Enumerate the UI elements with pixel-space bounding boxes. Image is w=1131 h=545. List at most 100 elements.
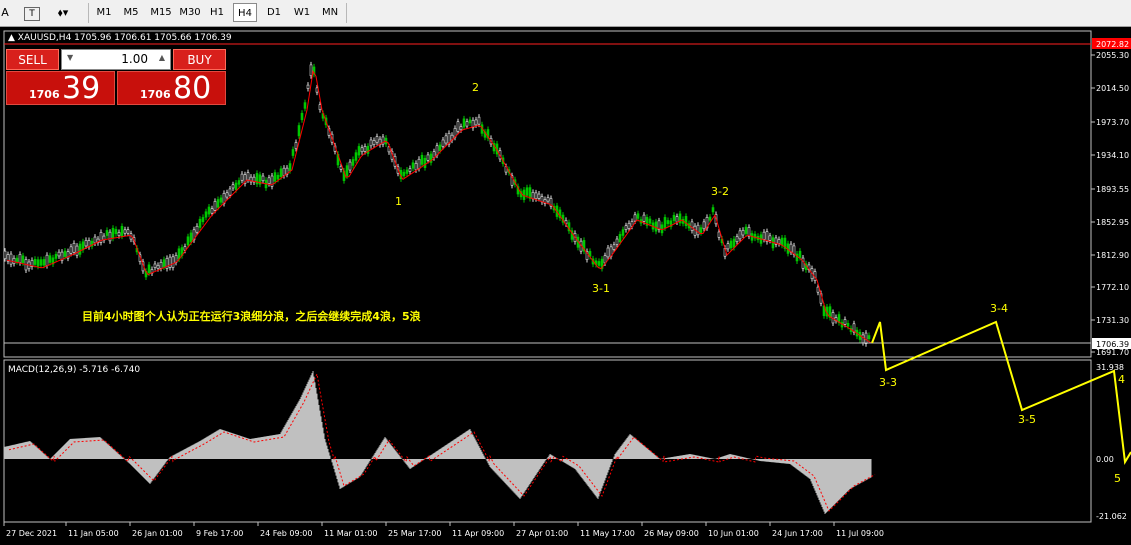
wave-label-5: 5: [1114, 472, 1121, 485]
candle-body: [291, 149, 295, 156]
timeframe-d1[interactable]: D1: [262, 3, 286, 22]
candle-body: [39, 259, 43, 266]
wave-label-3-2: 3-2: [711, 185, 729, 198]
macd-frame: [3, 359, 1092, 523]
lot-increase-icon[interactable]: ▲: [159, 53, 165, 62]
candle-body: [702, 221, 706, 230]
price-label: 2014.50: [1096, 84, 1129, 93]
analysis-annotation: 目前4小时图个人认为正在运行3浪细分浪，之后会继续完成4浪，5浪: [82, 309, 421, 323]
buy-button[interactable]: BUY: [173, 49, 226, 70]
time-label: 11 May 17:00: [580, 529, 635, 538]
candle-body: [597, 261, 601, 266]
sell-price[interactable]: 1706 39: [6, 71, 115, 106]
timeframe-m5[interactable]: M5: [119, 3, 143, 22]
lot-size-input[interactable]: ▼ 1.00 ▲: [61, 49, 171, 70]
wave-label-3-3: 3-3: [879, 376, 897, 389]
time-label: 10 Jun 01:00: [708, 529, 759, 538]
sell-button[interactable]: SELL: [6, 49, 59, 70]
wave-label-3-1: 3-1: [592, 282, 610, 295]
candle-body: [642, 214, 646, 222]
candle-body: [675, 216, 679, 223]
candle-body: [621, 229, 625, 236]
toolbar-separator: [346, 3, 347, 23]
time-axis: 27 Dec 2021 11 Jan 05:00 26 Jan 01:00 9 Feb…: [3, 522, 884, 538]
candle-body: [156, 265, 160, 269]
timeframe-mn[interactable]: MN: [318, 3, 342, 22]
candle-body: [672, 214, 676, 221]
candle-body: [633, 214, 637, 222]
candle-body: [798, 250, 802, 258]
time-label: 25 Mar 17:00: [388, 529, 441, 538]
text-tool-icon[interactable]: A: [0, 4, 10, 22]
timeframe-m30[interactable]: M30: [177, 3, 203, 22]
candle-body: [762, 231, 766, 240]
one-click-trading-panel: SELL ▼ 1.00 ▲ BUY 1706 39 1706 80: [6, 49, 226, 106]
candle-body: [375, 136, 379, 143]
candle-body: [126, 229, 130, 234]
candle-body: [207, 206, 211, 215]
candle-body: [117, 232, 121, 236]
candle-body: [360, 147, 364, 153]
candle-body: [462, 118, 466, 128]
candle-body: [636, 213, 640, 219]
macd-signal-line: [8, 372, 876, 512]
text-label-icon[interactable]: T: [24, 7, 40, 21]
candle-body: [618, 234, 622, 243]
candle-body: [234, 182, 238, 190]
candle-body: [537, 193, 541, 199]
candle-body: [42, 259, 46, 266]
candle-body: [795, 253, 799, 262]
candle-body: [93, 236, 97, 244]
candle-body: [120, 226, 124, 237]
candle-body: [666, 220, 670, 224]
timeframe-w1[interactable]: W1: [290, 3, 314, 22]
candle-body: [417, 158, 421, 169]
price-label: 1852.95: [1096, 218, 1129, 227]
lot-decrease-icon[interactable]: ▼: [67, 53, 73, 62]
buy-price[interactable]: 1706 80: [117, 71, 226, 106]
candle-body: [663, 217, 667, 229]
timeframe-m1[interactable]: M1: [92, 3, 116, 22]
price-label: 1934.10: [1096, 151, 1129, 160]
candle-body: [546, 197, 550, 202]
candle-body: [738, 230, 742, 240]
candle-body: [231, 184, 235, 189]
timeframe-h1[interactable]: H1: [205, 3, 229, 22]
candle-body: [348, 161, 352, 171]
candle-body: [297, 125, 301, 137]
candle-body: [627, 223, 631, 229]
candle-body: [105, 230, 109, 236]
macd-axis-label: -21.062: [1096, 512, 1127, 521]
timeframe-m15[interactable]: M15: [147, 3, 175, 22]
macd-label: MACD(12,26,9) -5.716 -6.740: [8, 365, 140, 375]
macd-histogram: [4, 371, 872, 514]
macd-axis-label: 31.938: [1096, 363, 1124, 372]
candle-body: [240, 173, 244, 181]
shapes-menu-icon[interactable]: ⬧▾: [50, 4, 76, 22]
timeframe-h4[interactable]: H4: [233, 3, 257, 22]
wave-label-2: 2: [472, 81, 479, 94]
candle-body: [294, 142, 298, 149]
current-price-tag-text: 1706.39: [1096, 340, 1129, 349]
time-label: 24 Feb 09:00: [260, 529, 312, 538]
wave-label-3-4: 3-4: [990, 302, 1008, 315]
candle-body: [441, 139, 445, 147]
price-label: 1812.90: [1096, 251, 1129, 260]
candle-body: [303, 102, 307, 109]
candle-body: [477, 116, 481, 125]
candle-body: [48, 255, 52, 263]
symbol-header: ▲ XAUUSD,H4 1705.96 1706.61 1705.66 1706…: [8, 33, 232, 43]
time-label: 11 Jan 05:00: [68, 529, 119, 538]
price-label: 1731.30: [1096, 316, 1129, 325]
chart-toolbar: A T ⬧▾ M1 M5 M15 M30 H1 H4 D1 W1 MN: [0, 0, 1131, 27]
time-label: 11 Jul 09:00: [836, 529, 884, 538]
candle-body: [735, 236, 739, 243]
candle-body: [72, 243, 76, 253]
candle-body: [456, 121, 460, 132]
candle-body: [420, 154, 424, 165]
candle-body: [354, 152, 358, 161]
candle-body: [3, 250, 7, 259]
time-label: 26 Jan 01:00: [132, 529, 183, 538]
candle-body: [468, 119, 472, 124]
candle-body: [216, 199, 220, 208]
